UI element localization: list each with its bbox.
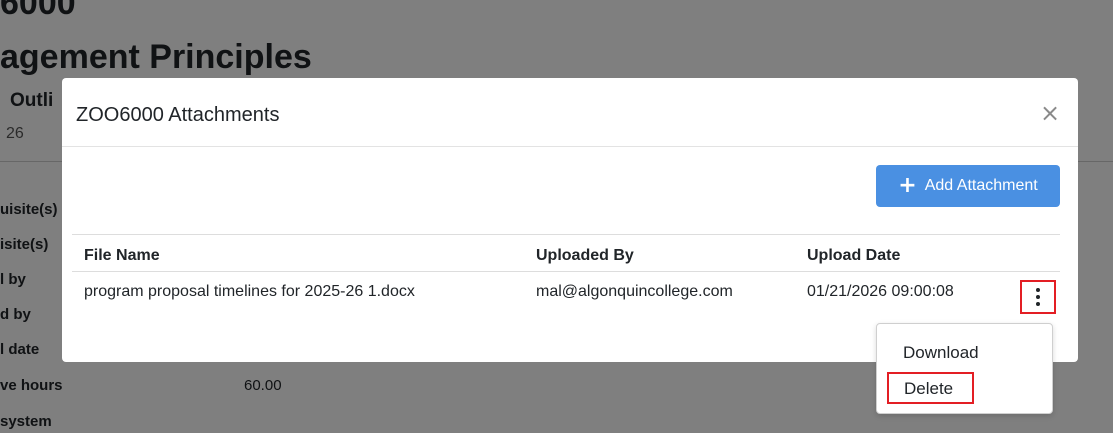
modal-header: ZOO6000 Attachments × [62,78,1078,147]
attachments-modal: ZOO6000 Attachments × + Add Attachment F… [62,78,1078,362]
kebab-menu-icon [1036,288,1040,306]
download-menu-item[interactable]: Download [903,343,979,363]
file-name-cell: program proposal timelines for 2025-26 1… [84,283,415,300]
upload-date-cell: 01/21/2026 09:00:08 [807,283,954,300]
table-header: File Name Uploaded By Upload Date [72,234,1060,272]
plus-icon: + [898,173,917,198]
row-actions-button[interactable] [1020,280,1056,314]
row-actions-dropdown: Download Delete [876,323,1053,414]
header-upload-date: Upload Date [807,247,901,264]
delete-menu-label: Delete [904,379,954,398]
modal-title: ZOO6000 Attachments [76,104,280,126]
header-file-name: File Name [84,247,160,264]
delete-menu-item[interactable]: Delete [887,372,974,404]
add-attachment-button[interactable]: + Add Attachment [876,165,1060,207]
table-row: program proposal timelines for 2025-26 1… [72,272,1060,316]
uploaded-by-cell: mal@algonquincollege.com [536,283,733,300]
close-icon[interactable]: × [1037,100,1063,126]
add-attachment-label: Add Attachment [924,177,1038,194]
header-uploaded-by: Uploaded By [536,247,634,264]
